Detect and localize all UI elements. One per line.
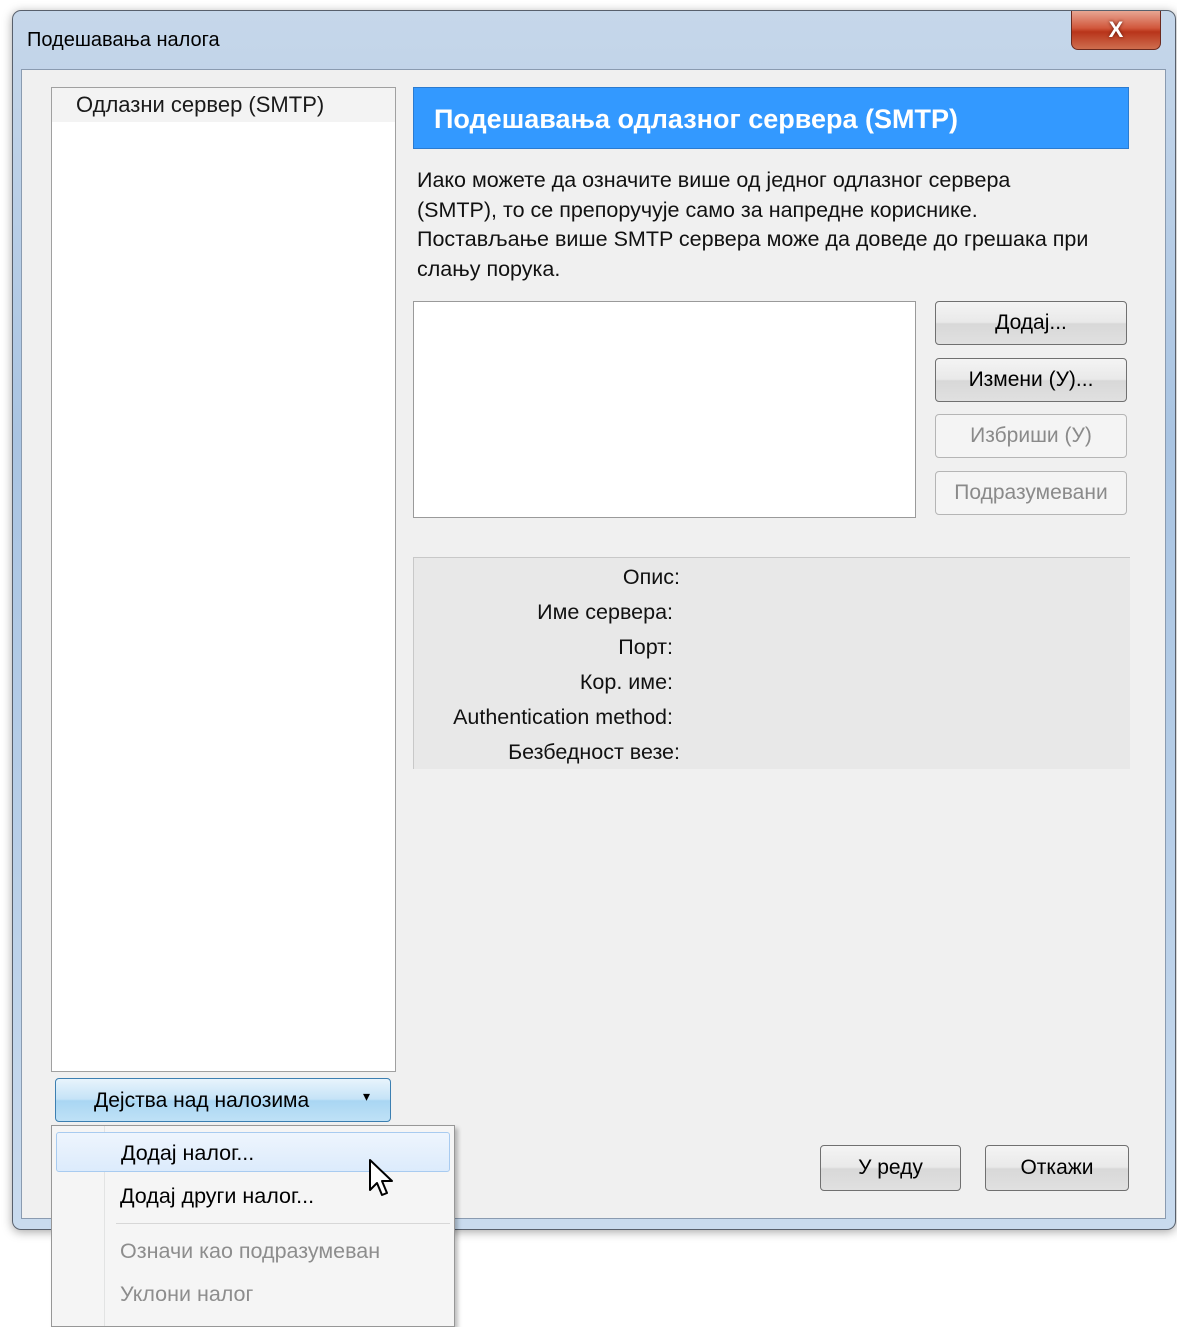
close-button[interactable]: X [1071,11,1161,50]
menu-separator [116,1223,450,1224]
dialog-body: Одлазни сервер (SMTP) Подешавања одлазно… [21,69,1166,1219]
panel-description: Иако можете да означите више од једног о… [417,166,1137,284]
add-server-button[interactable]: Додај... [935,301,1127,345]
account-tree[interactable]: Одлазни сервер (SMTP) [51,87,396,1072]
mouse-pointer-icon [369,1159,393,1196]
delete-server-button[interactable]: Избриши (У) [935,414,1127,458]
edit-server-label: Измени (У)... [968,368,1094,391]
description-line: Иако можете да означите више од једног о… [417,168,1011,192]
cancel-button[interactable]: Откажи [985,1145,1129,1191]
set-default-button[interactable]: Подразумевани [935,471,1127,515]
ok-button[interactable]: У реду [820,1145,961,1191]
title-bar[interactable]: Подешавања налога X [13,11,1175,67]
ok-label: У реду [858,1156,923,1179]
chevron-down-icon: ▾ [362,1088,370,1104]
edit-server-button[interactable]: Измени (У)... [935,358,1127,402]
menu-item-remove-account[interactable]: Уклони налог [56,1274,450,1314]
tree-item-outgoing-server[interactable]: Одлазни сервер (SMTP) [52,88,395,122]
close-icon: X [1108,17,1124,42]
account-actions-button[interactable]: Дејства над налозима ▾ [55,1078,391,1122]
window-title: Подешавања налога [27,29,220,51]
add-server-label: Додај... [995,311,1067,334]
account-settings-window: Подешавања налога X Одлазни сервер (SMTP… [12,10,1176,1230]
auth-method-label: Authentication method: [453,705,673,729]
server-name-label: Име сервера: [537,600,673,624]
menu-item-set-default[interactable]: Означи као подразумеван [56,1231,450,1271]
account-actions-label: Дејства над налозима [94,1089,310,1112]
set-default-label: Подразумевани [954,481,1108,504]
panel-header: Подешавања одлазног сервера (SMTP) [413,87,1129,149]
description-label: Опис: [622,565,680,589]
cancel-label: Откажи [1020,1156,1094,1179]
connection-security-label: Безбедност везе: [508,740,680,764]
username-label: Кор. име: [579,670,673,694]
smtp-server-list[interactable] [413,301,916,518]
description-line: Постављање више SMTP сервера може да дов… [417,227,1089,251]
description-line: (SMTP), то се препоручује само за напред… [417,197,978,222]
server-details-panel: Опис: Име сервера: Порт: Кор. име: Authe… [413,557,1130,769]
account-actions-menu: Додај налог... Додај други налог... Озна… [51,1125,455,1327]
port-label: Порт: [618,635,673,659]
delete-server-label: Избриши (У) [970,424,1092,447]
description-line: слању порука. [417,256,561,281]
